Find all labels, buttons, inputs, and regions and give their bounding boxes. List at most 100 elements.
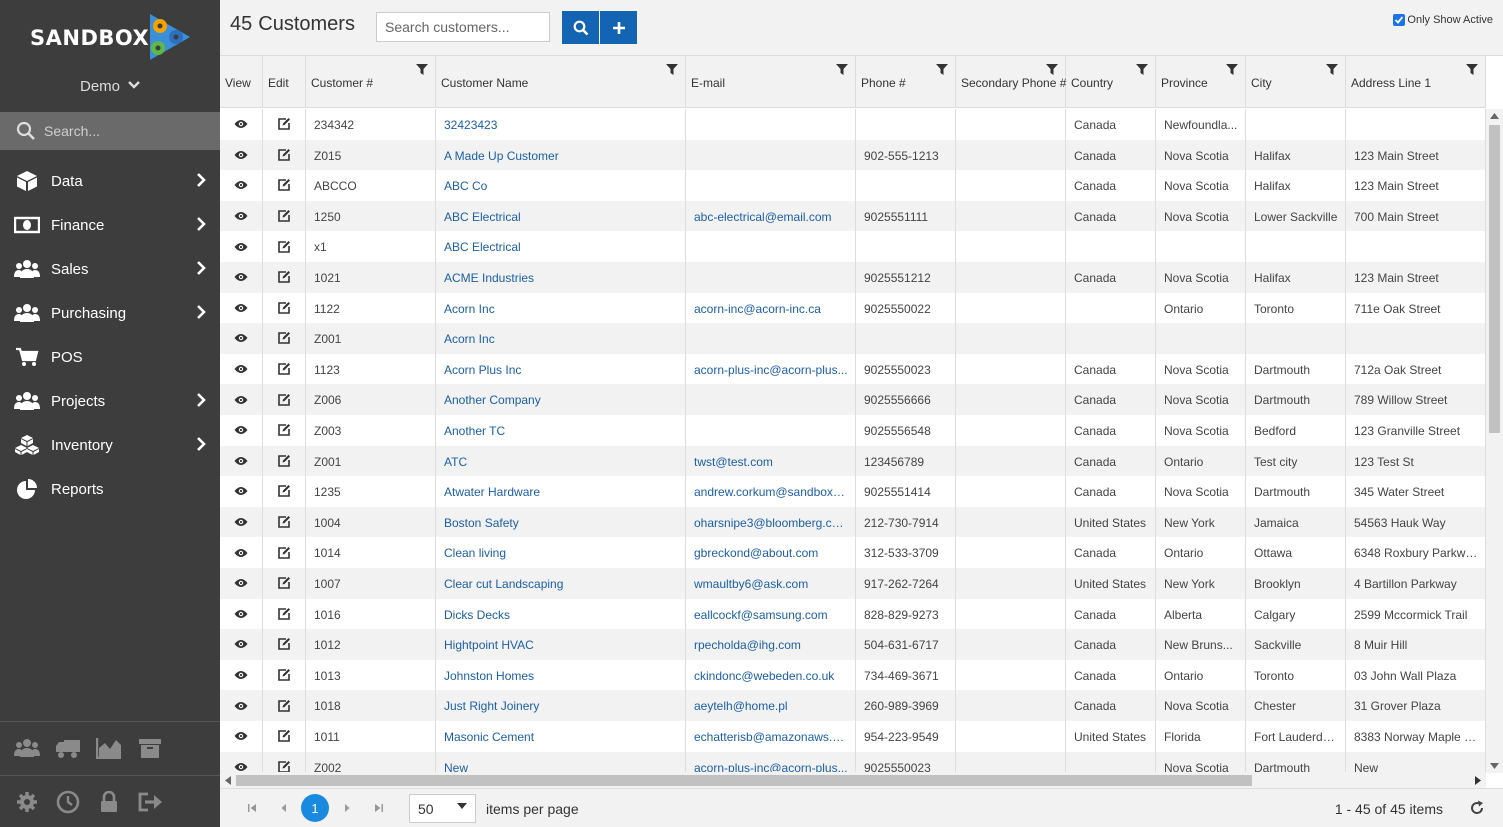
filter-icon[interactable]: [1046, 64, 1058, 79]
cell-name[interactable]: Another Company: [436, 384, 686, 415]
cell-name[interactable]: Clear cut Landscaping: [436, 568, 686, 599]
view-icon[interactable]: [220, 231, 263, 262]
view-icon[interactable]: [220, 537, 263, 568]
column-header-secondary-phone[interactable]: Secondary Phone #: [956, 56, 1066, 107]
edit-icon[interactable]: [263, 200, 306, 232]
filter-icon[interactable]: [1466, 64, 1478, 79]
edit-icon[interactable]: [263, 690, 306, 721]
nav-item-pos[interactable]: POS: [0, 335, 220, 379]
vertical-scroll-thumb[interactable]: [1489, 125, 1500, 433]
edit-icon[interactable]: [263, 568, 306, 599]
scroll-down-icon[interactable]: [1490, 763, 1499, 769]
cell-name[interactable]: Dicks Decks: [436, 598, 686, 630]
filter-icon[interactable]: [1136, 64, 1148, 79]
edit-icon[interactable]: [263, 353, 306, 385]
view-icon[interactable]: [220, 109, 263, 140]
cell-name[interactable]: Masonic Cement: [436, 721, 686, 752]
view-icon[interactable]: [220, 384, 263, 415]
cell-name[interactable]: ABC Electrical: [436, 231, 686, 262]
edit-icon[interactable]: [263, 323, 306, 354]
cell-name[interactable]: Acorn Inc: [436, 292, 686, 324]
cell-name[interactable]: ABC Electrical: [436, 200, 686, 232]
edit-icon[interactable]: [263, 721, 306, 752]
company-selector[interactable]: Demo: [0, 78, 220, 95]
edit-icon[interactable]: [263, 659, 306, 691]
cell-name[interactable]: Hightpoint HVAC: [436, 629, 686, 660]
cell-name[interactable]: Johnston Homes: [436, 659, 686, 691]
nav-item-purchasing[interactable]: Purchasing: [0, 291, 220, 335]
edit-icon[interactable]: [263, 231, 306, 262]
view-icon[interactable]: [220, 751, 263, 773]
view-icon[interactable]: [220, 415, 263, 446]
cell-email[interactable]: echatterisb@amazonaws.c...: [686, 721, 856, 752]
column-header-customer[interactable]: Customer #: [306, 56, 436, 107]
edit-icon[interactable]: [263, 109, 306, 140]
view-icon[interactable]: [220, 262, 263, 293]
edit-icon[interactable]: [263, 537, 306, 568]
nav-item-sales[interactable]: Sales: [0, 247, 220, 291]
view-icon[interactable]: [220, 568, 263, 599]
logo[interactable]: SANDBOX: [30, 12, 200, 64]
cell-email[interactable]: rpecholda@ihg.com: [686, 629, 856, 660]
column-header-address-line-1[interactable]: Address Line 1: [1346, 56, 1486, 107]
only-active-toggle[interactable]: Only Show Active: [1393, 14, 1493, 26]
column-header-edit[interactable]: Edit: [263, 56, 306, 107]
edit-icon[interactable]: [263, 445, 306, 477]
column-header-phone[interactable]: Phone #: [856, 56, 956, 107]
page-1-button[interactable]: 1: [301, 794, 329, 822]
truck-icon[interactable]: [55, 735, 81, 761]
next-page-button[interactable]: [333, 794, 361, 822]
column-header-customer-name[interactable]: Customer Name: [436, 56, 686, 107]
view-icon[interactable]: [220, 721, 263, 752]
filter-icon[interactable]: [666, 64, 678, 79]
view-icon[interactable]: [220, 506, 263, 538]
lock-icon[interactable]: [96, 789, 122, 815]
cell-email[interactable]: twst@test.com: [686, 445, 856, 477]
horizontal-scrollbar[interactable]: [220, 772, 1486, 789]
filter-icon[interactable]: [1326, 64, 1338, 79]
view-icon[interactable]: [220, 170, 263, 201]
view-icon[interactable]: [220, 659, 263, 691]
cell-name[interactable]: A Made Up Customer: [436, 139, 686, 171]
gear-icon[interactable]: [14, 789, 40, 815]
refresh-button[interactable]: [1463, 794, 1491, 822]
archive-icon[interactable]: [137, 735, 163, 761]
nav-item-data[interactable]: Data: [0, 159, 220, 203]
scroll-left-icon[interactable]: [225, 776, 231, 785]
cell-name[interactable]: Acorn Plus Inc: [436, 353, 686, 385]
cell-name[interactable]: Clean living: [436, 537, 686, 568]
users-icon[interactable]: [14, 735, 40, 761]
view-icon[interactable]: [220, 445, 263, 477]
filter-icon[interactable]: [936, 64, 948, 79]
edit-icon[interactable]: [263, 384, 306, 415]
search-button[interactable]: [562, 11, 599, 44]
view-icon[interactable]: [220, 690, 263, 721]
view-icon[interactable]: [220, 139, 263, 171]
view-icon[interactable]: [220, 598, 263, 630]
nav-item-finance[interactable]: Finance: [0, 203, 220, 247]
view-icon[interactable]: [220, 323, 263, 354]
edit-icon[interactable]: [263, 506, 306, 538]
cell-name[interactable]: Another TC: [436, 415, 686, 446]
edit-icon[interactable]: [263, 262, 306, 293]
cell-email[interactable]: andrew.corkum@sandboxo...: [686, 476, 856, 507]
last-page-button[interactable]: [365, 794, 393, 822]
add-customer-button[interactable]: [600, 11, 637, 44]
horizontal-scroll-thumb[interactable]: [236, 775, 1252, 786]
edit-icon[interactable]: [263, 292, 306, 324]
cell-email[interactable]: acorn-inc@acorn-inc.ca: [686, 292, 856, 324]
cell-email[interactable]: aeytelh@home.pl: [686, 690, 856, 721]
column-header-view[interactable]: View: [220, 56, 263, 107]
column-header-province[interactable]: Province: [1156, 56, 1246, 107]
cell-name[interactable]: ACME Industries: [436, 262, 686, 293]
cell-name[interactable]: Acorn Inc: [436, 323, 686, 354]
scroll-right-icon[interactable]: [1475, 776, 1481, 785]
vertical-scrollbar[interactable]: [1486, 109, 1503, 773]
edit-icon[interactable]: [263, 598, 306, 630]
cell-name[interactable]: Boston Safety: [436, 506, 686, 538]
first-page-button[interactable]: [238, 794, 266, 822]
edit-icon[interactable]: [263, 170, 306, 201]
cell-name[interactable]: Atwater Hardware: [436, 476, 686, 507]
filter-icon[interactable]: [416, 64, 428, 79]
cell-email[interactable]: abc-electrical@email.com: [686, 200, 856, 232]
